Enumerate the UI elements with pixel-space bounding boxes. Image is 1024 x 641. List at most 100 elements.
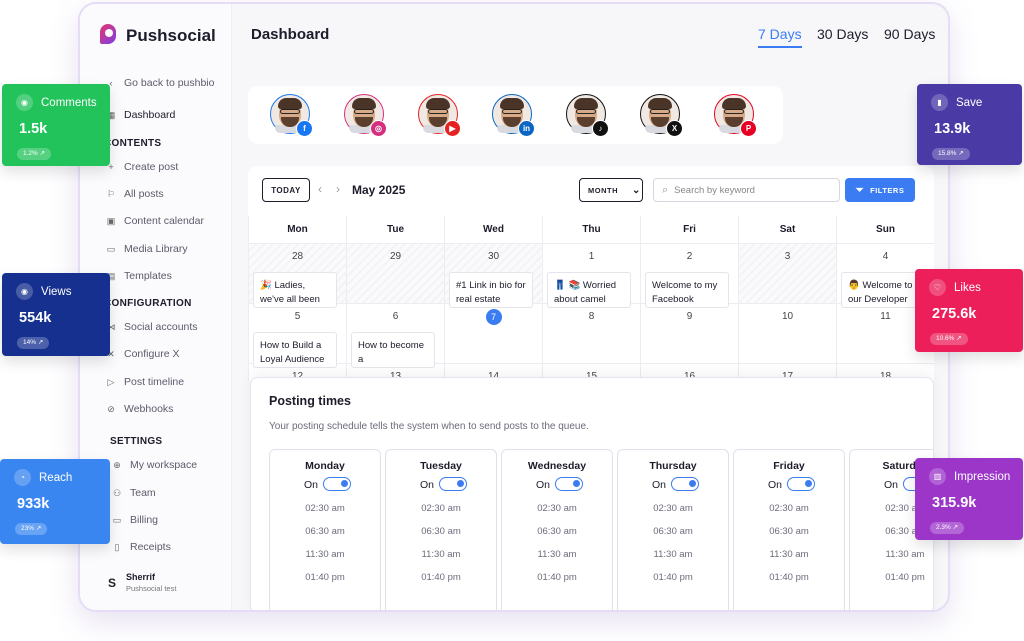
sidebar-item-post-timeline[interactable]: ▷ Post timeline — [106, 376, 185, 388]
sidebar-item-configure-x[interactable]: ✕ Configure X — [106, 348, 179, 360]
calendar-day-cell[interactable]: 28 🎉 Ladies, we've all been — [248, 244, 346, 308]
posting-time-slot[interactable]: 02:30 am — [618, 503, 728, 514]
sidebar-item-content-calendar[interactable]: ▣ Content calendar — [106, 215, 204, 227]
stat-card-views[interactable]: ◉ Views 554k 14% ↗ — [2, 273, 110, 356]
app-window: Pushsocial ‹ Go back to pushbio ▦ Dashbo… — [78, 2, 950, 612]
posting-time-slot[interactable]: 06:30 am — [734, 526, 844, 537]
posting-time-slot[interactable]: 11:30 am — [850, 549, 933, 560]
stat-card-reach[interactable]: ◔ Reach 933k 23% ↗ — [0, 459, 110, 544]
chevron-left-icon[interactable]: ‹ — [318, 182, 322, 196]
posting-time-slot[interactable]: 02:30 am — [386, 503, 496, 514]
day-toggle[interactable] — [439, 477, 467, 491]
brand[interactable]: Pushsocial — [100, 24, 216, 48]
day-toggle[interactable] — [323, 477, 351, 491]
stat-card-likes[interactable]: ♡ Likes 275.6k 10.6% ↗ — [915, 269, 1023, 352]
posting-time-slot[interactable]: 01:40 pm — [850, 572, 933, 583]
calendar-day-cell[interactable]: 8 — [542, 304, 640, 364]
sidebar-item-team[interactable]: ⚇ Team — [112, 487, 156, 499]
scheduled-post[interactable]: 🎉 Ladies, we've all been — [253, 272, 337, 308]
posting-time-slot[interactable]: 11:30 am — [618, 549, 728, 560]
section-settings: SETTINGS — [110, 436, 163, 447]
account-avatar-x[interactable]: X — [640, 94, 683, 137]
sidebar-item-create-post[interactable]: + Create post — [106, 161, 178, 173]
sidebar-item-all-posts[interactable]: ⚐ All posts — [106, 188, 164, 200]
posting-time-slot[interactable]: 02:30 am — [270, 503, 380, 514]
posting-time-slot[interactable]: 06:30 am — [618, 526, 728, 537]
posting-time-slot[interactable]: 11:30 am — [270, 549, 380, 560]
calendar-day-cell[interactable]: 29 — [346, 244, 444, 304]
calendar-day-cell[interactable]: 9 — [640, 304, 738, 364]
posting-time-slot[interactable]: 01:40 pm — [502, 572, 612, 583]
posting-time-slot[interactable]: 01:40 pm — [618, 572, 728, 583]
view-select[interactable]: MONTH ⌄ — [579, 178, 643, 202]
calendar-day-cell[interactable]: 5 How to Build a Loyal Audience — [248, 304, 346, 368]
calendar-day-cell[interactable]: 1 👖 📚 Worried about camel — [542, 244, 640, 308]
calendar-day-cell[interactable]: 3 — [738, 244, 836, 304]
scheduled-post[interactable]: 👨 Welcome to our Developer — [841, 272, 925, 308]
account-avatar-youtube[interactable]: ▶ — [418, 94, 461, 137]
calendar-day-cell[interactable]: 7 — [444, 304, 542, 364]
calendar-day-cell[interactable]: 30 #1 Link in bio for real estate — [444, 244, 542, 308]
posting-time-slot[interactable]: 02:30 am — [734, 503, 844, 514]
day-name: Friday — [773, 460, 805, 472]
calendar-day-cell[interactable]: 10 — [738, 304, 836, 364]
posting-time-slot[interactable]: 02:30 am — [502, 503, 612, 514]
tab-7-days[interactable]: 7 Days — [758, 26, 802, 48]
tab-90-days[interactable]: 90 Days — [884, 26, 935, 46]
sidebar-item-receipts[interactable]: ▯ Receipts — [112, 541, 171, 553]
chevron-right-icon[interactable]: › — [336, 182, 340, 196]
day-number: 30 — [487, 251, 500, 262]
sidebar-item-templates[interactable]: ▤ Templates — [106, 270, 172, 282]
sidebar-item-webhooks[interactable]: ⊘ Webhooks — [106, 403, 173, 415]
tab-30-days[interactable]: 30 Days — [817, 26, 868, 46]
sidebar-item-my-workspace[interactable]: ⊕ My workspace — [112, 459, 197, 471]
posting-time-slot[interactable]: 06:30 am — [386, 526, 496, 537]
scheduled-post[interactable]: How to become a — [351, 332, 435, 368]
sidebar-item-social-accounts[interactable]: ⋈ Social accounts — [106, 321, 198, 333]
today-button[interactable]: TODAY — [262, 178, 310, 202]
posting-time-slot[interactable]: 11:30 am — [734, 549, 844, 560]
filters-button[interactable]: ⏷ FILTERS — [845, 178, 915, 202]
calendar-day-cell[interactable]: 2 Welcome to my Facebook — [640, 244, 738, 308]
account-avatar-linkedin[interactable]: in — [492, 94, 535, 137]
posting-time-slot[interactable]: 11:30 am — [386, 549, 496, 560]
posting-time-slot[interactable]: 01:40 pm — [386, 572, 496, 583]
stat-card-comments[interactable]: ◉ Comments 1.5k 1.2% ↗ — [2, 84, 110, 166]
day-toggle[interactable] — [555, 477, 583, 491]
content-calendar: TODAY ‹ › May 2025 MONTH ⌄ ⌕ Search by k… — [248, 166, 934, 381]
day-toggle[interactable] — [671, 477, 699, 491]
day-name: Monday — [305, 460, 345, 472]
account-avatar-tiktok[interactable]: ♪ — [566, 94, 609, 137]
stat-value: 13.9k — [934, 121, 971, 137]
posting-time-slot[interactable]: 06:30 am — [270, 526, 380, 537]
sidebar-item-dashboard[interactable]: ▦ Dashboard — [106, 109, 176, 121]
scheduled-post[interactable]: How to Build a Loyal Audience — [253, 332, 337, 368]
scheduled-post[interactable]: 👖 📚 Worried about camel — [547, 272, 631, 308]
stat-change-badge: 23% ↗ — [15, 523, 48, 535]
back-link[interactable]: ‹ Go back to pushbio — [106, 77, 215, 89]
posting-time-slot[interactable]: 01:40 pm — [270, 572, 380, 583]
stat-value: 933k — [17, 496, 50, 512]
instagram-icon: ◎ — [370, 120, 387, 137]
receipt-icon: ▯ — [114, 541, 120, 552]
stat-card-impression[interactable]: ▥ Impression 315.9k 2.3% ↗ — [915, 458, 1023, 540]
account-avatar-pinterest[interactable]: P — [714, 94, 757, 137]
search-placeholder: Search by keyword — [674, 184, 755, 196]
account-avatar-facebook[interactable]: f — [270, 94, 313, 137]
posting-time-slot[interactable]: 11:30 am — [502, 549, 612, 560]
posting-time-slot[interactable]: 06:30 am — [502, 526, 612, 537]
scheduled-post[interactable]: Welcome to my Facebook — [645, 272, 729, 308]
posting-time-slot[interactable]: 01:40 pm — [734, 572, 844, 583]
day-toggle[interactable] — [787, 477, 815, 491]
search-input[interactable]: ⌕ Search by keyword — [653, 178, 840, 202]
weekday-header: Mon — [248, 216, 346, 244]
scheduled-post[interactable]: #1 Link in bio for real estate — [449, 272, 533, 308]
stat-value: 554k — [19, 310, 52, 326]
stat-card-save[interactable]: ▮ Save 13.9k 15.8% ↗ — [917, 84, 1022, 165]
sidebar-item-media-library[interactable]: ▭ Media Library — [106, 243, 188, 255]
weekday-header: Sat — [738, 216, 836, 244]
sidebar-item-billing[interactable]: ▭ Billing — [112, 514, 158, 526]
account-avatar-instagram[interactable]: ◎ — [344, 94, 387, 137]
posting-day-card: Thursday On 02:30 am 06:30 am 11:30 am 01:40 … — [617, 449, 729, 610]
calendar-day-cell[interactable]: 6 How to become a — [346, 304, 444, 368]
